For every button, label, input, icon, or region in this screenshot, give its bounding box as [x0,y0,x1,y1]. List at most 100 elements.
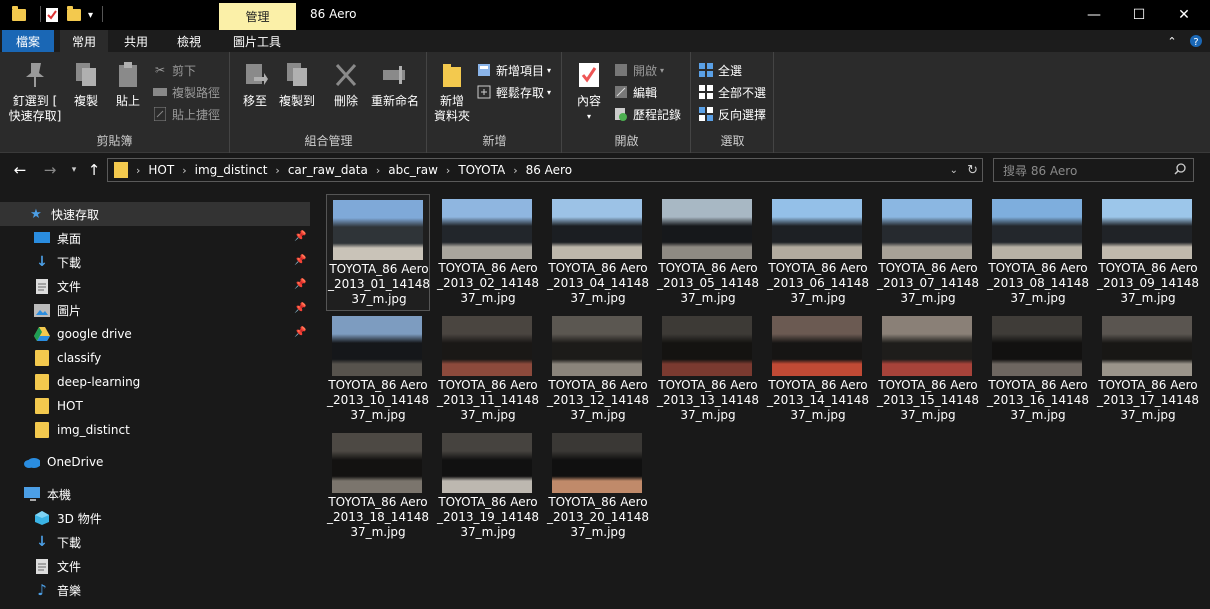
nav-pc-downloads[interactable]: ↓ 下載 [0,530,310,554]
nav-pc-documents[interactable]: 文件 [0,554,310,578]
nav-onedrive[interactable]: OneDrive [0,450,310,474]
minimize-button[interactable]: — [1072,0,1116,30]
breadcrumb-separator: › [513,163,518,177]
new-folder-icon[interactable] [67,6,81,24]
open-button[interactable]: 開啟 ▾ [613,60,664,80]
nav-folder-classify[interactable]: classify [0,346,310,370]
file-item[interactable]: TOYOTA_86 Aero_2013_01_1414837_m.jpg [326,194,430,311]
nav-folder-hot[interactable]: HOT [0,394,310,418]
file-item[interactable]: TOYOTA_86 Aero_2013_10_1414837_m.jpg [326,311,430,428]
file-item[interactable]: TOYOTA_86 Aero_2013_07_1414837_m.jpg [876,194,980,311]
nav-quick-access[interactable]: ★ 快速存取 [0,202,310,226]
paste-button[interactable]: 貼上 [108,60,148,109]
refresh-icon[interactable]: ↻ [967,163,978,178]
pin-quick-access-button[interactable]: 釘選到 [ 快速存取] [8,60,62,124]
folder-icon[interactable] [12,6,26,24]
easy-access-button[interactable]: 輕鬆存取 ▾ [476,82,551,102]
delete-button[interactable]: 刪除 [329,60,363,109]
select-group-label: 選取 [720,134,745,148]
collapse-ribbon-icon[interactable]: ⌃ [1162,30,1182,52]
pin-icon: 📌 [294,279,307,290]
move-to-button[interactable]: 移至 [237,60,273,109]
breadcrumb-img-distinct[interactable]: img_distinct [195,163,268,177]
rename-button[interactable]: 重新命名 [367,60,423,109]
file-item[interactable]: TOYOTA_86 Aero_2013_14_1414837_m.jpg [766,311,870,428]
image-thumbnail [1102,199,1192,259]
nav-music[interactable]: ♪ 音樂 [0,578,310,602]
address-bar[interactable]: › HOT › img_distinct › car_raw_data › ab… [107,158,983,182]
file-item[interactable]: TOYOTA_86 Aero_2013_18_1414837_m.jpg [326,428,430,545]
breadcrumb-toyota[interactable]: TOYOTA [458,163,505,177]
file-item[interactable]: TOYOTA_86 Aero_2013_17_1414837_m.jpg [1096,311,1200,428]
breadcrumb-car-raw-data[interactable]: car_raw_data [288,163,368,177]
invert-selection-button[interactable]: 反向選擇 [698,104,766,124]
file-item[interactable]: TOYOTA_86 Aero_2013_12_1414837_m.jpg [546,311,650,428]
file-item[interactable]: TOYOTA_86 Aero_2013_08_1414837_m.jpg [986,194,1090,311]
tab-home[interactable]: 常用 [60,30,108,52]
nav-folder-deep-learning[interactable]: deep-learning [0,370,310,394]
new-item-button[interactable]: 新增項目 ▾ [476,60,551,80]
recent-locations-icon[interactable]: ▾ [64,160,84,180]
file-item[interactable]: TOYOTA_86 Aero_2013_20_1414837_m.jpg [546,428,650,545]
search-box[interactable]: 搜尋 86 Aero [993,158,1194,182]
tab-view[interactable]: 檢視 [165,30,213,52]
address-history-chevron-icon[interactable]: ⌄ [950,165,958,176]
close-button[interactable]: ✕ [1162,0,1206,30]
edit-label: 編輯 [633,85,658,100]
nav-folder-img-distinct[interactable]: img_distinct [0,418,310,442]
tab-share[interactable]: 共用 [112,30,160,52]
nav-google-drive[interactable]: google drive 📌 [0,322,310,346]
breadcrumb-abc-raw[interactable]: abc_raw [388,163,438,177]
copy-to-button[interactable]: 複製到 [275,60,319,109]
file-item[interactable]: TOYOTA_86 Aero_2013_16_1414837_m.jpg [986,311,1090,428]
nav-label: 下載 [57,535,82,550]
copy-path-button[interactable]: 複製路徑 [152,82,220,102]
breadcrumb-86-aero[interactable]: 86 Aero [526,163,572,177]
file-item[interactable]: TOYOTA_86 Aero_2013_04_1414837_m.jpg [546,194,650,311]
cut-button[interactable]: ✂ 剪下 [152,60,196,80]
window-title: 86 Aero [310,7,357,21]
file-item[interactable]: TOYOTA_86 Aero_2013_02_1414837_m.jpg [436,194,540,311]
file-item[interactable]: TOYOTA_86 Aero_2013_11_1414837_m.jpg [436,311,540,428]
file-item[interactable]: TOYOTA_86 Aero_2013_13_1414837_m.jpg [656,311,760,428]
back-arrow-icon[interactable]: ← [10,160,30,180]
file-item[interactable]: TOYOTA_86 Aero_2013_19_1414837_m.jpg [436,428,540,545]
new-folder-button[interactable]: 新增 資料夾 [432,60,472,124]
google-drive-icon [34,326,50,342]
file-item[interactable]: TOYOTA_86 Aero_2013_15_1414837_m.jpg [876,311,980,428]
nav-pictures[interactable]: 圖片 📌 [0,298,310,322]
up-arrow-icon[interactable]: ↑ [84,160,104,180]
paste-shortcut-button[interactable]: 貼上捷徑 [152,104,220,124]
help-icon[interactable]: ? [1188,30,1204,52]
tab-file[interactable]: 檔案 [2,30,54,52]
file-item[interactable]: TOYOTA_86 Aero_2013_05_1414837_m.jpg [656,194,760,311]
nav-downloads[interactable]: ↓ 下載 📌 [0,250,310,274]
copy-button[interactable]: 複製 [66,60,106,109]
properties-button[interactable]: 內容 ▾ [569,60,609,124]
breadcrumb-hot[interactable]: HOT [148,163,174,177]
customize-quick-access-icon[interactable]: ▾ [88,6,93,24]
forward-arrow-icon[interactable]: → [40,160,60,180]
nav-label: 音樂 [57,583,82,598]
edit-button[interactable]: 編輯 [613,82,657,102]
nav-documents[interactable]: 文件 📌 [0,274,310,298]
computer-icon [24,486,40,502]
history-button[interactable]: 歷程記錄 [613,104,681,124]
open-label: 開啟 [633,63,658,78]
tab-manage[interactable]: 管理 [219,3,296,30]
properties-icon[interactable] [45,6,59,24]
nav-desktop[interactable]: 桌面 📌 [0,226,310,250]
select-all-button[interactable]: 全選 [698,60,742,80]
vertical-scrollbar[interactable] [1200,190,1210,609]
scissors-icon: ✂ [154,63,166,77]
file-item[interactable]: TOYOTA_86 Aero_2013_06_1414837_m.jpg [766,194,870,311]
select-none-button[interactable]: 全部不選 [698,82,766,102]
nav-label: classify [57,351,102,365]
download-arrow-icon: ↓ [36,254,48,270]
tab-picture-tools[interactable]: 圖片工具 [222,30,292,52]
file-item[interactable]: TOYOTA_86 Aero_2013_09_1414837_m.jpg [1096,194,1200,311]
maximize-button[interactable]: ☐ [1117,0,1161,30]
nav-this-pc[interactable]: 本機 [0,482,310,506]
search-icon[interactable] [1174,162,1186,178]
nav-3d-objects[interactable]: 3D 物件 [0,506,310,530]
